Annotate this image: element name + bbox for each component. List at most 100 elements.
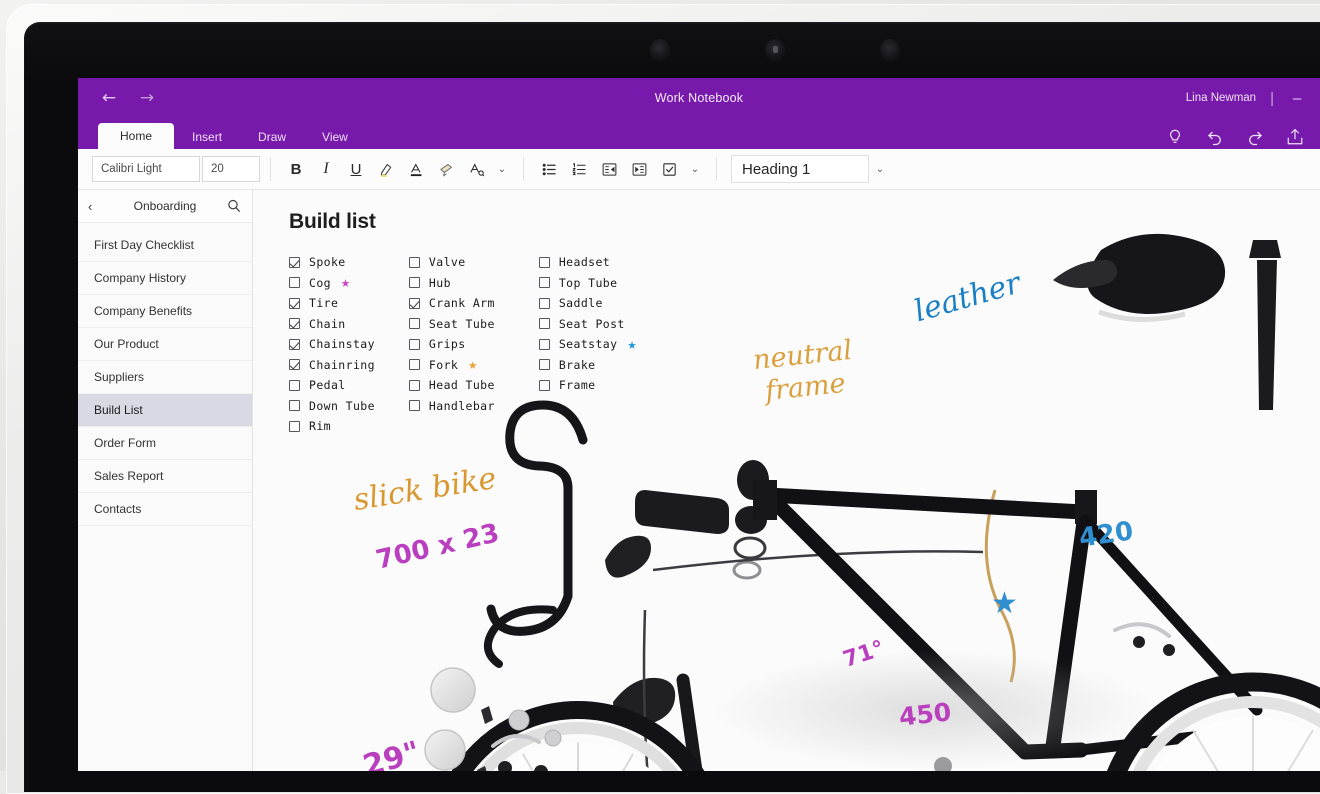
tab-draw[interactable]: Draw — [240, 125, 304, 150]
checkbox-handlebar[interactable] — [408, 400, 420, 412]
checklist-item[interactable]: Crank Arm — [408, 293, 495, 314]
checklist-item[interactable]: Tire — [289, 293, 375, 314]
checklist-item[interactable]: Head Tube — [408, 375, 495, 396]
checkbox-top-tube[interactable] — [538, 277, 550, 289]
checklist-item[interactable]: Fork ★ — [408, 355, 495, 376]
paragraph-style-select[interactable]: Heading 1 — [731, 155, 869, 183]
sidebar-back-chevron-left-icon[interactable]: ‹ — [88, 199, 104, 214]
sidebar-item-company-history[interactable]: Company History — [78, 262, 252, 295]
notebook-section-name[interactable]: Onboarding — [104, 199, 226, 213]
search-icon[interactable] — [226, 198, 242, 214]
underline-button[interactable]: U — [341, 154, 371, 184]
font-size-input[interactable]: 20 — [202, 156, 260, 182]
checkbox-seat-post[interactable] — [538, 318, 550, 330]
checklist-item[interactable]: Down Tube — [289, 396, 375, 417]
checklist-item[interactable]: Cog ★ — [289, 273, 375, 294]
checkbox-seat-tube[interactable] — [408, 318, 420, 330]
tab-home[interactable]: Home — [98, 123, 175, 150]
ir-sensor-icon — [650, 39, 670, 61]
font-name-input[interactable]: Calibri Light — [92, 156, 200, 182]
checklist-item[interactable]: Hub — [408, 273, 495, 294]
checklist-label: Seat Post — [558, 316, 625, 331]
tab-view[interactable]: View — [304, 125, 366, 150]
checkbox-head-tube[interactable] — [408, 379, 420, 391]
checklist-label: Chain — [309, 316, 346, 331]
checklist-item[interactable]: Brake — [538, 355, 637, 376]
font-color-icon[interactable] — [401, 154, 431, 184]
numbered-list-icon[interactable] — [564, 154, 594, 184]
share-icon[interactable] — [1286, 128, 1304, 146]
checklist-item[interactable]: Seat Tube — [408, 314, 495, 335]
checklist-item[interactable]: Grips — [408, 334, 495, 355]
checkbox-pedal[interactable] — [289, 379, 300, 391]
checkbox-rim[interactable] — [289, 420, 300, 432]
clear-formatting-icon[interactable] — [461, 154, 491, 184]
italic-button[interactable]: I — [311, 154, 341, 184]
checklist-item[interactable]: Pedal — [289, 375, 375, 396]
font-more-chevron-down-icon[interactable]: ⌄ — [491, 164, 513, 175]
tab-insert[interactable]: Insert — [174, 125, 240, 150]
checkbox-chainring[interactable] — [289, 359, 300, 371]
back-button[interactable]: ← — [92, 85, 126, 111]
decrease-indent-icon[interactable] — [594, 154, 624, 184]
sidebar-item-suppliers[interactable]: Suppliers — [78, 361, 252, 394]
checkbox-frame[interactable] — [538, 379, 550, 391]
checkbox-cog[interactable] — [289, 277, 300, 289]
checklist-item[interactable]: Chainring — [289, 355, 375, 376]
redo-icon[interactable] — [1246, 128, 1264, 146]
page-title[interactable]: Build list — [289, 210, 376, 234]
list-more-chevron-down-icon[interactable]: ⌄ — [684, 164, 706, 175]
increase-indent-icon[interactable] — [624, 154, 654, 184]
checklist-item[interactable]: Headset — [538, 252, 637, 273]
checklist-label: Pedal — [309, 378, 346, 393]
highlighter-icon[interactable] — [371, 154, 401, 184]
bulleted-list-icon[interactable] — [534, 154, 564, 184]
sidebar-item-our-product[interactable]: Our Product — [78, 328, 252, 361]
checkbox-down-tube[interactable] — [289, 400, 300, 412]
checklist-item[interactable]: Frame — [538, 375, 637, 396]
style-chevron-down-icon[interactable]: ⌄ — [869, 164, 891, 175]
sidebar-item-contacts[interactable]: Contacts — [78, 493, 252, 526]
sidebar-item-first-day-checklist[interactable]: First Day Checklist — [78, 229, 252, 262]
checkbox-crank-arm[interactable] — [408, 297, 420, 309]
note-canvas[interactable]: leather neutral frame slick bike 700 x 2… — [253, 190, 1320, 771]
ribbon-quick-actions — [1166, 128, 1304, 146]
checkbox-chain[interactable] — [289, 318, 300, 330]
checklist-label: Rim — [309, 419, 331, 434]
user-account-name[interactable]: Lina Newman — [1186, 92, 1256, 104]
checklist-item[interactable]: Handlebar — [408, 396, 495, 417]
checklist-item[interactable]: Rim — [289, 416, 375, 437]
checkbox-saddle[interactable] — [538, 297, 550, 309]
checkbox-chainstay[interactable] — [289, 338, 300, 350]
checkbox-grips[interactable] — [408, 338, 420, 350]
checkbox-spoke[interactable] — [289, 256, 300, 268]
forward-button[interactable]: → — [130, 85, 164, 111]
sidebar-item-sales-report[interactable]: Sales Report — [78, 460, 252, 493]
checklist-column-3: Headset Top Tube Saddle Seat Post Seatst… — [538, 252, 637, 437]
checklist-item[interactable]: Valve — [408, 252, 495, 273]
format-painter-icon[interactable] — [431, 154, 461, 184]
checklist-item[interactable]: Chainstay — [289, 334, 375, 355]
undo-icon[interactable] — [1206, 128, 1224, 146]
checklist-item[interactable]: Seatstay ★ — [538, 334, 637, 355]
checklist-item[interactable]: Chain — [289, 314, 375, 335]
sidebar-item-order-form[interactable]: Order Form — [78, 427, 252, 460]
star-icon-fork: ★ — [468, 355, 478, 374]
checklist-item[interactable]: Seat Post — [538, 314, 637, 335]
minimize-button[interactable]: – — [1288, 90, 1306, 107]
checklist-item[interactable]: Spoke — [289, 252, 375, 273]
checkbox-valve[interactable] — [408, 256, 420, 268]
checkbox-seatstay[interactable] — [538, 338, 550, 350]
todo-checkbox-icon[interactable] — [654, 154, 684, 184]
sidebar-item-company-benefits[interactable]: Company Benefits — [78, 295, 252, 328]
checkbox-brake[interactable] — [538, 359, 550, 371]
checklist-item[interactable]: Saddle — [538, 293, 637, 314]
checkbox-hub[interactable] — [408, 277, 420, 289]
checklist-item[interactable]: Top Tube — [538, 273, 637, 294]
tell-me-icon[interactable] — [1166, 128, 1184, 146]
checkbox-fork[interactable] — [408, 359, 420, 371]
bold-button[interactable]: B — [281, 154, 311, 184]
sidebar-item-build-list[interactable]: Build List — [78, 394, 252, 427]
checkbox-headset[interactable] — [538, 256, 550, 268]
checkbox-tire[interactable] — [289, 297, 300, 309]
